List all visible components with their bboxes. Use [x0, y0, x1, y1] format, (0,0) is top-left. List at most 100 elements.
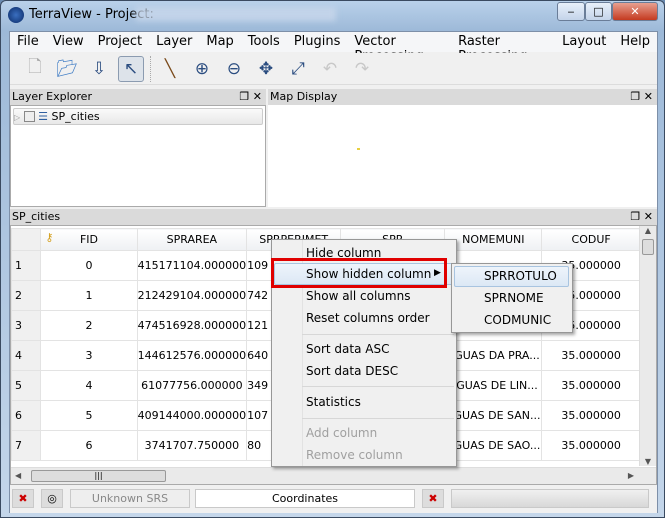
- menu-item-show-all-columns[interactable]: Show all columns: [306, 289, 410, 303]
- close-dock-icon[interactable]: ✕: [644, 210, 653, 223]
- submenu-item-codmunic[interactable]: CODMUNIC: [484, 313, 551, 327]
- cell-sprarea[interactable]: 212429104.000000: [136, 280, 248, 311]
- redo-icon: ↷: [354, 58, 370, 79]
- maximize-button[interactable]: □: [585, 2, 612, 21]
- vertical-scrollbar[interactable]: ▲ ▼: [639, 226, 656, 466]
- cell-sprarea[interactable]: 415171104.000000: [136, 250, 248, 281]
- cell-coduf[interactable]: 35.000000: [541, 370, 641, 401]
- open-project-icon[interactable]: 📂︎: [54, 56, 80, 82]
- float-icon[interactable]: ❐: [630, 210, 640, 223]
- row-number[interactable]: 5: [11, 370, 42, 401]
- cell-fid[interactable]: 6: [40, 430, 138, 461]
- menu-view[interactable]: View: [46, 32, 91, 52]
- menu-project[interactable]: Project: [91, 32, 149, 52]
- stop-drawing-icon[interactable]: ✖: [422, 489, 444, 508]
- menu-item-sort-desc[interactable]: Sort data DESC: [306, 364, 398, 378]
- close-dock-icon[interactable]: ✕: [253, 90, 262, 103]
- menu-file[interactable]: File: [10, 32, 46, 52]
- cell-coduf[interactable]: 35.000000: [541, 400, 641, 431]
- cell-coduf[interactable]: 35.000000: [541, 430, 641, 461]
- srs-error-icon[interactable]: ✖: [12, 489, 34, 508]
- progress-bar: [451, 489, 649, 508]
- cell-fid[interactable]: 4: [40, 370, 138, 401]
- row-number[interactable]: 7: [11, 430, 42, 461]
- row-number[interactable]: 2: [11, 280, 42, 311]
- cell-fid[interactable]: 3: [40, 340, 138, 371]
- cell-nomemuni[interactable]: AGUAS DE LIN...: [444, 370, 543, 401]
- column-header-fid[interactable]: ⚷ FID: [40, 228, 138, 251]
- statusbar: ✖ ◎ Unknown SRS Coordinates ✖: [10, 485, 657, 513]
- menu-layout[interactable]: Layout: [555, 32, 613, 52]
- cell-nomemuni[interactable]: AGUAS DA PRA...: [444, 340, 543, 371]
- column-header-nomemuni[interactable]: NOMEMUNI: [444, 228, 543, 251]
- menu-item-statistics[interactable]: Statistics: [306, 395, 361, 409]
- save-project-icon[interactable]: ⇩: [86, 56, 112, 82]
- menu-item-reset-columns-order[interactable]: Reset columns order: [306, 311, 430, 325]
- terraview-window: TerraView - Project: ‒ □ ✕ File View Pro…: [0, 0, 665, 518]
- cell-sprarea[interactable]: 474516928.000000: [136, 310, 248, 341]
- submenu-item-sprnome[interactable]: SPRNOME: [484, 291, 544, 305]
- cell-nomemuni[interactable]: AGUAS DE SAO...: [444, 430, 543, 461]
- globe-icon[interactable]: ◎: [41, 489, 63, 508]
- map-display-title: Map Display: [270, 90, 338, 103]
- expand-arrow-icon[interactable]: ▷: [14, 113, 20, 122]
- layer-item[interactable]: ▷ ☰ SP_cities: [13, 108, 263, 125]
- app-logo-icon: [8, 7, 24, 23]
- cell-sprarea[interactable]: 144612576.000000: [136, 340, 248, 371]
- h-scrollbar-thumb[interactable]: |||: [31, 470, 166, 482]
- pointer-icon[interactable]: ↖: [118, 55, 144, 82]
- close-button[interactable]: ✕: [612, 2, 658, 21]
- zoom-in-icon[interactable]: ⊕: [189, 56, 215, 82]
- column-header-sprarea[interactable]: SPRAREA: [136, 228, 248, 251]
- scrollbar-thumb[interactable]: [642, 239, 654, 255]
- menu-item-remove-column: Remove column: [306, 448, 403, 462]
- column-header-coduf[interactable]: CODUF: [541, 228, 641, 251]
- cell-fid[interactable]: 1: [40, 280, 138, 311]
- table-dock-title: SP_cities: [12, 210, 61, 223]
- coordinates-field: Coordinates: [195, 489, 415, 508]
- row-number[interactable]: 3: [11, 310, 42, 341]
- menu-vector-processing[interactable]: Vector Processing: [347, 32, 451, 64]
- layer-explorer-title: Layer Explorer: [12, 90, 92, 103]
- new-project-icon[interactable]: 🗋: [22, 56, 48, 82]
- row-number[interactable]: 6: [11, 400, 42, 431]
- srs-field[interactable]: Unknown SRS: [70, 489, 190, 508]
- pencil-icon[interactable]: ╲: [157, 56, 183, 82]
- row-number[interactable]: 1: [11, 250, 42, 281]
- cell-fid[interactable]: 0: [40, 250, 138, 281]
- cell-fid[interactable]: 5: [40, 400, 138, 431]
- menu-layer[interactable]: Layer: [149, 32, 199, 52]
- horizontal-scrollbar[interactable]: ◀ ||| ▶: [11, 467, 656, 484]
- cell-nomemuni[interactable]: AGUAS DE SAN...: [444, 400, 543, 431]
- cell-sprarea[interactable]: 61077756.000000: [136, 370, 248, 401]
- toolbar-separator: [150, 55, 151, 82]
- layer-name: SP_cities: [51, 110, 100, 123]
- minimize-button[interactable]: ‒: [557, 2, 585, 21]
- title-blur: [136, 7, 336, 21]
- menu-item-sort-asc[interactable]: Sort data ASC: [306, 342, 389, 356]
- cell-fid[interactable]: 2: [40, 310, 138, 341]
- menu-map[interactable]: Map: [199, 32, 240, 52]
- zoom-extent-icon[interactable]: ⤢: [285, 56, 311, 82]
- close-dock-icon[interactable]: ✕: [644, 90, 653, 103]
- corner-header: [11, 228, 42, 251]
- menu-tools[interactable]: Tools: [241, 32, 287, 52]
- cell-coduf[interactable]: 35.000000: [541, 340, 641, 371]
- map-canvas[interactable]: [268, 105, 657, 207]
- key-icon: ⚷: [45, 231, 54, 244]
- toolbar: 🗋 📂︎ ⇩ ↖ ╲ ⊕ ⊖ ✥ ⤢ ↶ ↷: [10, 53, 657, 85]
- layer-checkbox[interactable]: [23, 111, 35, 122]
- menu-help[interactable]: Help: [613, 32, 657, 52]
- cell-sprarea[interactable]: 409144000.000000: [136, 400, 248, 431]
- menu-raster-processing[interactable]: Raster Processing: [451, 32, 555, 64]
- menu-plugins[interactable]: Plugins: [287, 32, 348, 52]
- zoom-out-icon[interactable]: ⊖: [221, 56, 247, 82]
- submenu-item-sprrotulo[interactable]: SPRROTULO: [484, 269, 557, 283]
- row-number[interactable]: 4: [11, 340, 42, 371]
- float-icon[interactable]: ❐: [630, 90, 640, 103]
- pan-icon[interactable]: ✥: [253, 56, 279, 82]
- layer-explorer-dock: Layer Explorer ❐ ✕ ▷ ☰ SP_cities: [10, 89, 266, 207]
- cell-sprarea[interactable]: 3741707.750000: [136, 430, 248, 461]
- highlight-box: [271, 258, 447, 288]
- float-icon[interactable]: ❐: [239, 90, 249, 103]
